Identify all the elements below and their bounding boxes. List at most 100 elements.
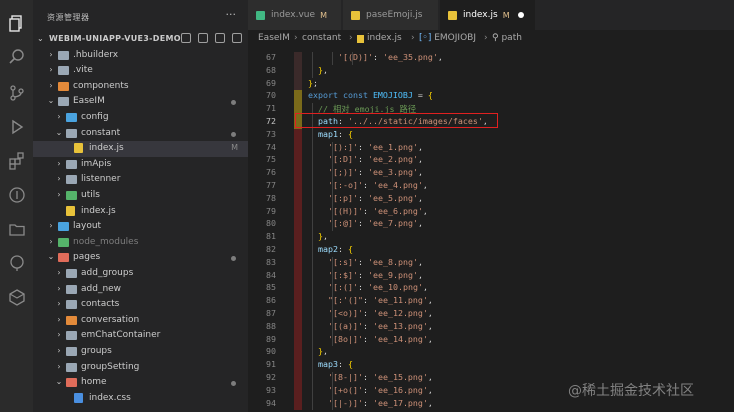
modified-dot-icon [231, 100, 236, 106]
change-marker [294, 333, 302, 347]
chevron-right-icon: › [57, 361, 61, 371]
chevron-right-icon: › [49, 80, 53, 90]
tree-item-label: index.css [89, 392, 131, 403]
chevron-right-icon: › [484, 33, 488, 43]
code-content: '[;)]': 'ee_3.png', [328, 167, 423, 177]
tree-item[interactable]: › emChatContainer [33, 328, 248, 344]
new-file-icon[interactable] [181, 33, 191, 43]
line-number: 71 [266, 103, 276, 114]
tree-item[interactable]: ⌄ constant [33, 126, 248, 142]
breadcrumb-item[interactable]: EaseIM [258, 33, 290, 43]
folder-icon [66, 175, 77, 185]
chevron-down-icon: ⌄ [55, 127, 63, 137]
breadcrumb-item[interactable]: index.js [357, 33, 402, 43]
unsaved-dot-icon[interactable] [517, 12, 524, 18]
folder-icon [66, 284, 77, 294]
explorer-icon[interactable] [0, 6, 33, 39]
code-token: , [422, 180, 428, 190]
line-number: 92 [266, 372, 276, 382]
watermark: @稀土掘金技术社区 [568, 383, 694, 399]
indent-guide [312, 282, 313, 296]
code-token: '[:(]' [328, 282, 358, 293]
code-token: , [427, 397, 433, 408]
change-marker [294, 372, 302, 385]
code-token: : [362, 308, 373, 318]
folder-icon[interactable] [0, 212, 33, 245]
search-icon[interactable] [0, 40, 33, 73]
breadcrumb-item[interactable]: [◦] EMOJIOBJ [419, 33, 476, 43]
code-token: 'ee_9.png' [367, 269, 418, 280]
code-token: : [362, 384, 373, 395]
code-content: '[|-)]': 'ee_17.png', [328, 398, 433, 408]
tab-index-js[interactable]: index.js M [440, 0, 536, 30]
tree-item[interactable]: › add_new [33, 282, 248, 298]
code-token: : [362, 205, 373, 216]
line-number: 78 [266, 192, 276, 203]
code-token: , [323, 64, 328, 75]
project-name: WEBIM-UNIAPP-VUE3-DEMO [49, 34, 181, 43]
breadcrumb: EaseIM › constant › index.js › [◦] EMOJI… [248, 30, 734, 48]
tree-item[interactable]: › config [33, 110, 248, 126]
project-header[interactable]: ⌄ WEBIM-UNIAPP-VUE3-DEMO [33, 31, 248, 47]
extensions-icon[interactable] [0, 144, 33, 177]
line-number: 94 [266, 397, 276, 408]
more-actions-icon[interactable]: ··· [226, 8, 237, 21]
tree-item[interactable]: › node_modules [33, 235, 248, 251]
tab-pase-emoji-js[interactable]: paseEmoji.js [343, 0, 439, 30]
tree-item[interactable]: › layout [33, 219, 248, 235]
tree-item[interactable]: › listenner [33, 172, 248, 188]
breadcrumb-item[interactable]: ⚲ path [492, 33, 522, 43]
code-editor[interactable]: 67 '[(D)]': 'ee_35.png', 68}, 69}; 70 export … [248, 48, 734, 412]
tree-item[interactable]: › add_groups [33, 266, 248, 282]
line-number: 93 [266, 384, 276, 395]
code-content: "[:'(]": 'ee_11.png', [328, 295, 433, 305]
change-marker [294, 269, 302, 283]
tree-item[interactable]: › conversation [33, 313, 248, 329]
tree-item[interactable]: › contacts [33, 297, 248, 313]
tree-item[interactable]: › utils [33, 188, 248, 204]
symbol-constant-icon: [◦] [419, 33, 432, 43]
tree-item[interactable]: ⌄ pages [33, 250, 248, 266]
code-token: 'ee_11.png' [372, 295, 428, 306]
new-folder-icon[interactable] [198, 33, 208, 43]
source-control-icon[interactable] [0, 76, 33, 109]
chevron-right-icon: › [49, 221, 53, 231]
indent-guide [312, 64, 313, 78]
cube-icon[interactable] [0, 280, 33, 313]
chevron-down-icon: ⌄ [47, 96, 55, 106]
breadcrumb-item[interactable]: constant [302, 33, 341, 43]
indent-guide [312, 52, 313, 65]
tree-item[interactable]: ⌄ EaseIM [33, 94, 248, 110]
project-actions [181, 33, 242, 43]
line-number: 86 [266, 295, 276, 306]
line-number: 70 [266, 90, 276, 101]
change-marker [294, 231, 302, 244]
tree-item[interactable]: › components [33, 79, 248, 95]
tree-item[interactable]: › groups [33, 344, 248, 360]
collapse-all-icon[interactable] [232, 33, 242, 43]
tree-item[interactable]: ⌄ home [33, 375, 248, 391]
run-debug-icon[interactable] [0, 110, 33, 143]
code-content: '[:(]': 'ee_10.png', [328, 282, 428, 292]
remote-icon[interactable] [0, 246, 33, 279]
code-token: '[8-|]' [328, 372, 363, 382]
code-content: }; [308, 78, 318, 88]
folder-icon [58, 222, 69, 232]
git-graph-icon[interactable] [0, 178, 33, 211]
code-token: , [422, 282, 428, 293]
chevron-right-icon: › [49, 49, 53, 59]
tree-item[interactable]: › .hbuilderx [33, 48, 248, 64]
refresh-icon[interactable] [215, 33, 225, 43]
tree-item[interactable]: › groupSetting [33, 360, 248, 376]
code-token: map3 [318, 359, 338, 370]
tree-item[interactable]: › imApis [33, 157, 248, 173]
chevron-right-icon: › [57, 283, 61, 293]
folder-icon [58, 97, 69, 107]
tab-index-vue[interactable]: index.vue M [248, 0, 342, 30]
tree-item[interactable]: index.css [33, 391, 248, 407]
tree-item[interactable]: index.js M [33, 141, 248, 157]
code-token: , [417, 192, 423, 203]
tree-item[interactable]: index.js [33, 204, 248, 220]
folder-icon [58, 237, 69, 247]
tree-item[interactable]: › .vite [33, 63, 248, 79]
